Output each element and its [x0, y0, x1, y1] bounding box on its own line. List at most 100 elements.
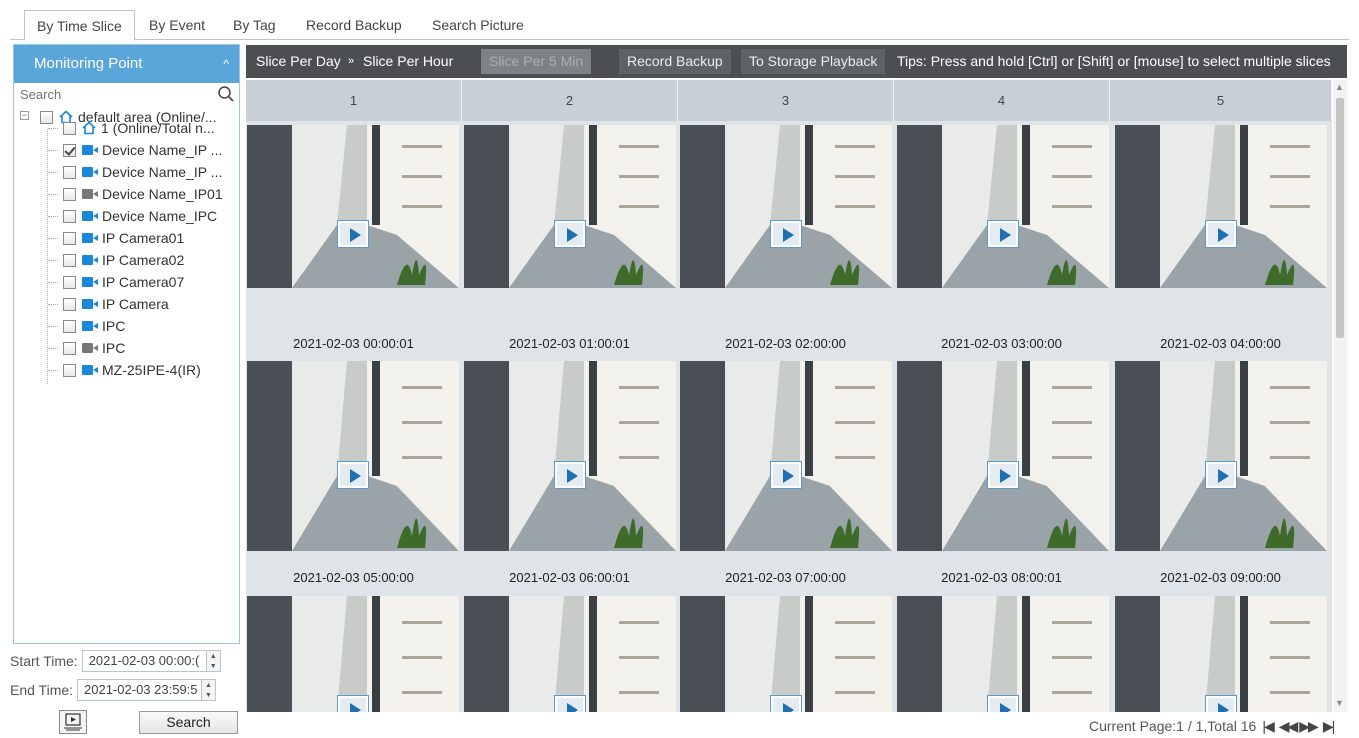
play-icon[interactable] — [988, 462, 1018, 488]
slice-per-5min-button[interactable]: Slice Per 5 Min — [481, 49, 592, 74]
play-icon[interactable] — [988, 696, 1018, 712]
video-slice-thumbnail[interactable] — [247, 361, 459, 551]
video-slice-thumbnail[interactable] — [897, 361, 1109, 551]
video-slice-thumbnail[interactable] — [247, 596, 459, 712]
checkbox-checked[interactable] — [63, 143, 76, 157]
tree-item-device[interactable]: IP Camera02 — [63, 249, 184, 271]
tree-item-device[interactable]: IP Camera — [63, 293, 169, 315]
tab-by-tag[interactable]: By Tag — [221, 10, 288, 40]
collapse-caret-icon[interactable]: ^ — [223, 45, 229, 83]
search-button[interactable]: Search — [139, 711, 238, 734]
tree-item-label: IP Camera07 — [102, 274, 185, 290]
checkbox[interactable] — [63, 187, 76, 201]
checkbox[interactable] — [63, 209, 76, 223]
checkbox[interactable] — [63, 275, 76, 289]
video-slice-thumbnail[interactable] — [247, 125, 459, 288]
prev-page-icon[interactable]: ◀◀ — [1279, 718, 1298, 735]
video-slice-thumbnail[interactable] — [680, 361, 892, 551]
slice-per-hour-link[interactable]: Slice Per Hour — [363, 45, 453, 78]
video-slice-thumbnail[interactable] — [680, 125, 892, 288]
video-slice-thumbnail[interactable] — [1115, 361, 1327, 551]
slice-per-day-link[interactable]: Slice Per Day — [256, 45, 341, 78]
play-icon[interactable] — [771, 462, 801, 488]
tree-item-label: IPC — [102, 318, 126, 334]
video-slice-thumbnail[interactable] — [464, 361, 676, 551]
monitoring-point-panel: Monitoring Point ^ − default area (Onlin… — [13, 44, 240, 644]
play-icon[interactable] — [555, 221, 585, 247]
search-icon[interactable] — [217, 85, 235, 103]
tab-search-picture[interactable]: Search Picture — [420, 10, 536, 40]
monitoring-point-header[interactable]: Monitoring Point ^ — [14, 45, 239, 83]
video-slice-thumbnail[interactable] — [1115, 596, 1327, 712]
tree-item-device[interactable]: Device Name_IP ... — [63, 139, 222, 161]
checkbox[interactable] — [63, 121, 76, 135]
video-slice-thumbnail[interactable] — [464, 596, 676, 712]
first-page-icon[interactable]: |◀ — [1262, 718, 1274, 735]
checkbox[interactable] — [63, 297, 76, 311]
play-icon[interactable] — [988, 221, 1018, 247]
export-icon[interactable] — [59, 710, 87, 734]
scroll-down-icon[interactable]: ▼ — [1335, 698, 1344, 708]
tree-item-label: Device Name_IP ... — [102, 142, 223, 158]
next-page-icon[interactable]: ▶▶ — [1299, 718, 1318, 735]
tab-by-time-slice[interactable]: By Time Slice — [24, 10, 135, 41]
camera-online-icon — [82, 255, 98, 265]
tree-expander-icon[interactable]: − — [20, 111, 29, 120]
checkbox[interactable] — [63, 253, 76, 267]
video-slice-thumbnail[interactable] — [680, 596, 892, 712]
play-icon[interactable] — [555, 462, 585, 488]
camera-online-icon — [82, 211, 98, 221]
tree-item-device[interactable]: Device Name_IP ... — [63, 161, 222, 183]
start-time-input[interactable]: 2021-02-03 00:00:( — [81, 650, 207, 672]
start-time-spinner[interactable]: ▲ ▼ — [206, 650, 221, 672]
checkbox[interactable] — [63, 319, 76, 333]
video-slice-thumbnail[interactable] — [464, 125, 676, 288]
storage-playback-button[interactable]: To Storage Playback — [741, 49, 886, 74]
tree-item-area-1[interactable]: 1 (Online/Total n... — [63, 117, 215, 139]
play-icon[interactable] — [771, 696, 801, 712]
tree-item-device[interactable]: IPC — [63, 315, 125, 337]
slice-timestamp: 2021-02-03 07:00:00 — [678, 564, 893, 592]
search-input[interactable] — [14, 83, 239, 105]
scrollbar-thumb[interactable] — [1336, 98, 1344, 338]
scroll-up-icon[interactable]: ▲ — [1335, 82, 1344, 92]
checkbox[interactable] — [63, 231, 76, 245]
play-icon[interactable] — [338, 221, 368, 247]
record-backup-button[interactable]: Record Backup — [619, 49, 731, 74]
tree-item-device[interactable]: Device Name_IPC — [63, 205, 217, 227]
play-icon[interactable] — [338, 462, 368, 488]
checkbox[interactable] — [63, 165, 76, 179]
video-slice-thumbnail[interactable] — [897, 596, 1109, 712]
slice-toolbar: Slice Per Day » Slice Per Hour Slice Per… — [246, 45, 1347, 78]
checkbox[interactable] — [63, 341, 76, 355]
checkbox[interactable] — [63, 363, 76, 377]
tree-item-device[interactable]: Device Name_IP01 — [63, 183, 223, 205]
play-icon[interactable] — [555, 696, 585, 712]
checkbox[interactable] — [40, 110, 53, 124]
tree-item-device[interactable]: MZ-25IPE-4(IR) — [63, 359, 201, 381]
tree-item-label: IP Camera01 — [102, 230, 185, 246]
tab-record-backup[interactable]: Record Backup — [294, 10, 414, 40]
end-time-spinner[interactable]: ▲ ▼ — [202, 679, 217, 701]
play-icon[interactable] — [1206, 221, 1236, 247]
tab-by-event[interactable]: By Event — [137, 10, 217, 40]
slice-timestamp: 2021-02-03 04:00:00 — [1113, 330, 1328, 358]
column-header: 5 — [1110, 80, 1332, 121]
grid-scrollbar[interactable]: ▲ ▼ — [1333, 80, 1347, 712]
tree-item-label: MZ-25IPE-4(IR) — [102, 362, 201, 378]
play-icon[interactable] — [1206, 696, 1236, 712]
play-icon[interactable] — [338, 696, 368, 712]
video-slice-thumbnail[interactable] — [1115, 125, 1327, 288]
last-page-icon[interactable]: ▶| — [1323, 718, 1335, 735]
camera-online-icon — [82, 299, 98, 309]
pager: Current Page:1 / 1,Total 16 |◀ ◀◀ ▶▶ ▶| — [1089, 716, 1335, 736]
video-slice-thumbnail[interactable] — [897, 125, 1109, 288]
tree-item-device[interactable]: IP Camera01 — [63, 227, 184, 249]
end-time-input[interactable]: 2021-02-03 23:59:5 — [77, 679, 203, 701]
tree-item-device[interactable]: IPC — [63, 337, 125, 359]
play-icon[interactable] — [1206, 462, 1236, 488]
play-icon[interactable] — [771, 221, 801, 247]
tree-item-label: Device Name_IP ... — [102, 164, 223, 180]
tree-item-device[interactable]: IP Camera07 — [63, 271, 184, 293]
column-header: 1 — [246, 80, 462, 121]
